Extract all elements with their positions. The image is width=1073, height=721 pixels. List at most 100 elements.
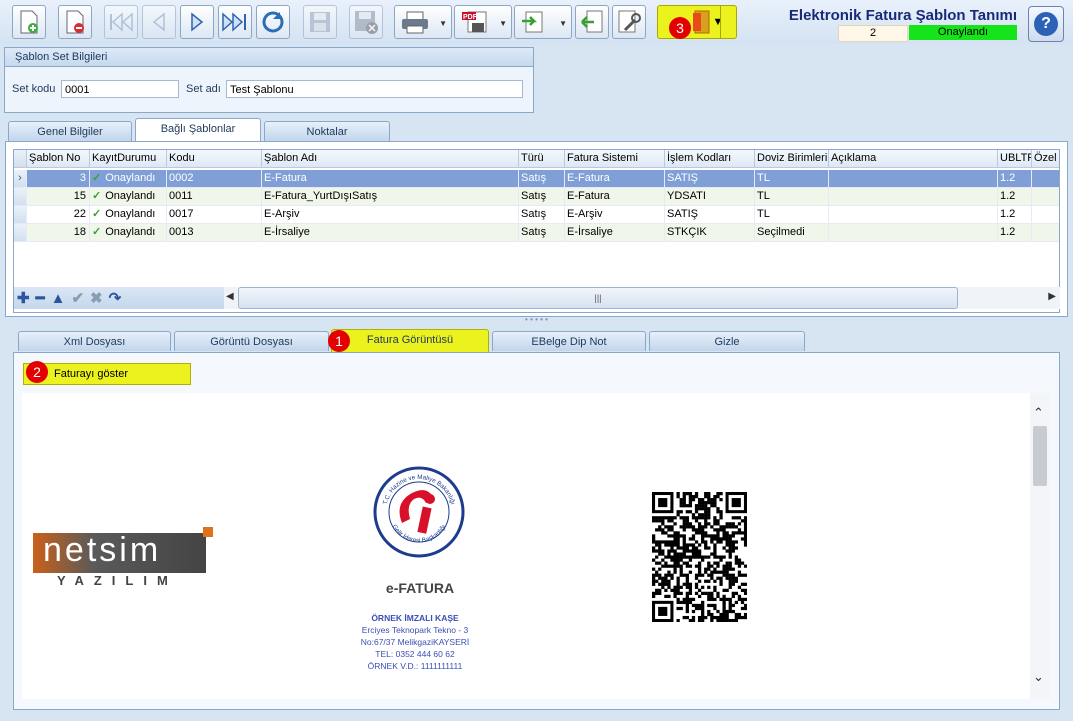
- show-invoice-button[interactable]: Faturayı göster: [23, 363, 191, 385]
- set-info-group: Şablon Set Bilgileri Set kodu 0001 Set a…: [4, 47, 534, 113]
- scroll-thumb[interactable]: |||: [238, 287, 958, 309]
- check-icon: ✓: [92, 172, 102, 184]
- next-record-button[interactable]: [180, 5, 214, 39]
- status-badge: Onaylandı: [909, 25, 1017, 40]
- cell-sistem: E-İrsaliye: [565, 224, 665, 242]
- tab-genel-bilgiler[interactable]: Genel Bilgiler: [8, 121, 132, 141]
- logo-subtext: YAZILIM: [57, 573, 178, 588]
- page-title: Elektronik Fatura Şablon Tanımı: [788, 7, 1017, 24]
- cell-adi: E-Arşiv: [262, 206, 519, 224]
- table-row[interactable]: 22 ✓ Onaylandı 0017 E-Arşiv Satış E-Arşiv…: [14, 206, 1059, 224]
- stamp-line: No:67/37 MelikgaziKAYSERİ: [360, 637, 470, 647]
- tab-gizle[interactable]: Gizle: [649, 331, 805, 351]
- confirm-icon[interactable]: ✔: [71, 289, 84, 307]
- tab-bagli-sablonlar[interactable]: Bağlı Şablonlar: [135, 118, 261, 141]
- move-up-icon[interactable]: ▲: [51, 290, 66, 307]
- col-kodu[interactable]: Kodu: [167, 150, 262, 168]
- svg-text:PDF: PDF: [463, 14, 478, 21]
- col-sablon-no[interactable]: Şablon No: [27, 150, 90, 168]
- tab-xml-dosyasi[interactable]: Xml Dosyası: [18, 331, 171, 351]
- import-button[interactable]: ▼: [514, 5, 572, 39]
- refresh-button[interactable]: [256, 5, 290, 39]
- scroll-left-icon[interactable]: ◀: [226, 291, 234, 302]
- door-menu-button[interactable]: ▼: [657, 5, 737, 39]
- cell-ozel: [1032, 224, 1059, 242]
- cell-ozel: [1032, 188, 1059, 206]
- col-doviz-birimleri[interactable]: Doviz Birimleri: [755, 150, 829, 168]
- set-kodu-input[interactable]: 0001: [61, 80, 179, 98]
- tab-fatura-goruntusu[interactable]: Fatura Görüntüsü: [331, 329, 489, 352]
- scroll-down-icon[interactable]: ⌄: [1033, 669, 1044, 685]
- table-row[interactable]: 18 ✓ Onaylandı 0013 E-İrsaliye Satış E-İr…: [14, 224, 1059, 242]
- chevron-down-icon: ▼: [559, 19, 567, 28]
- cancel-save-button[interactable]: [349, 5, 383, 39]
- col-kayit-durumu[interactable]: KayıtDurumu: [90, 150, 167, 168]
- col-aciklama[interactable]: Açıklama: [829, 150, 998, 168]
- pdf-icon: PDF: [462, 11, 487, 33]
- cell-islem: STKÇIK: [665, 224, 755, 242]
- grid-navigator: ✚ ━ ▲ ✔ ✖ ↷: [14, 287, 224, 309]
- cell-adi: E-Fatura_YurtDışıSatış: [262, 188, 519, 206]
- print-button[interactable]: ▼: [394, 5, 452, 39]
- check-icon: ✓: [92, 190, 102, 202]
- col-islem-kodlari[interactable]: İşlem Kodları: [665, 150, 755, 168]
- new-record-button[interactable]: [12, 5, 46, 39]
- new-document-icon: [20, 10, 38, 34]
- stamp-line: TEL: 0352 444 60 62: [375, 649, 455, 659]
- col-sablon-adi[interactable]: Şablon Adı: [262, 150, 519, 168]
- cell-kodu: 0011: [167, 188, 262, 206]
- cancel-icon[interactable]: ✖: [90, 289, 103, 307]
- splitter[interactable]: • • • • •: [0, 316, 1073, 324]
- scroll-up-icon[interactable]: ⌃: [1033, 405, 1044, 421]
- save-icon: [310, 12, 330, 32]
- gib-seal-icon: T.C. Hazine ve Maliye Bakanlığı Gelir İd…: [373, 466, 465, 558]
- undo-icon[interactable]: ↷: [109, 289, 122, 307]
- invoice-type: e-FATURA: [385, 580, 455, 596]
- cell-turu: Satış: [519, 170, 565, 188]
- tab-noktalar[interactable]: Noktalar: [264, 121, 390, 141]
- wrench-icon: [618, 10, 641, 33]
- pdf-export-button[interactable]: PDF ▼: [454, 5, 512, 39]
- set-adi-label: Set adı: [186, 83, 221, 95]
- next-icon: [191, 12, 204, 32]
- cell-aciklama: [829, 206, 998, 224]
- remove-row-icon[interactable]: ━: [36, 289, 45, 307]
- first-icon: [110, 12, 133, 32]
- last-icon: [222, 12, 246, 32]
- check-icon: ✓: [92, 226, 102, 238]
- previous-record-button[interactable]: [142, 5, 176, 39]
- save-button[interactable]: [303, 5, 337, 39]
- col-ubltr[interactable]: UBLTR: [998, 150, 1032, 168]
- scroll-right-icon[interactable]: ▶: [1048, 291, 1056, 302]
- door-icon: [692, 10, 710, 34]
- tab-goruntu-dosyasi[interactable]: Görüntü Dosyası: [174, 331, 329, 351]
- cell-kodu: 0002: [167, 170, 262, 188]
- first-record-button[interactable]: [104, 5, 138, 39]
- cell-durum: ✓ Onaylandı: [90, 224, 167, 242]
- cell-sistem: E-Fatura: [565, 170, 665, 188]
- table-row[interactable]: › 3 ✓ Onaylandı 0002 E-Fatura Satış E-Fat…: [14, 170, 1059, 188]
- set-adi-input[interactable]: Test Şablonu: [226, 80, 523, 98]
- save-cancel-icon: [355, 11, 378, 34]
- col-turu[interactable]: Türü: [519, 150, 565, 168]
- record-count: 2: [838, 25, 908, 42]
- vertical-scroll-thumb[interactable]: [1033, 426, 1047, 486]
- cell-sistem: E-Fatura: [565, 188, 665, 206]
- step-badge-3: 3: [669, 17, 691, 39]
- col-ozel[interactable]: Özel F: [1032, 150, 1059, 168]
- cell-durum: ✓ Onaylandı: [90, 206, 167, 224]
- cell-turu: Satış: [519, 188, 565, 206]
- delete-record-button[interactable]: [58, 5, 92, 39]
- cell-aciklama: [829, 224, 998, 242]
- tools-button[interactable]: [612, 5, 646, 39]
- table-row[interactable]: 15 ✓ Onaylandı 0011 E-Fatura_YurtDışıSatı…: [14, 188, 1059, 206]
- help-button[interactable]: ?: [1028, 6, 1064, 42]
- tab-ebelge-dip-not[interactable]: EBelge Dip Not: [492, 331, 646, 351]
- last-record-button[interactable]: [218, 5, 252, 39]
- col-fatura-sistemi[interactable]: Fatura Sistemi: [565, 150, 665, 168]
- add-row-icon[interactable]: ✚: [17, 289, 30, 307]
- exit-button[interactable]: [575, 5, 609, 39]
- netsim-logo: netsim YAZILIM: [33, 527, 213, 588]
- previous-icon: [152, 12, 165, 32]
- row-indicator: [14, 206, 27, 224]
